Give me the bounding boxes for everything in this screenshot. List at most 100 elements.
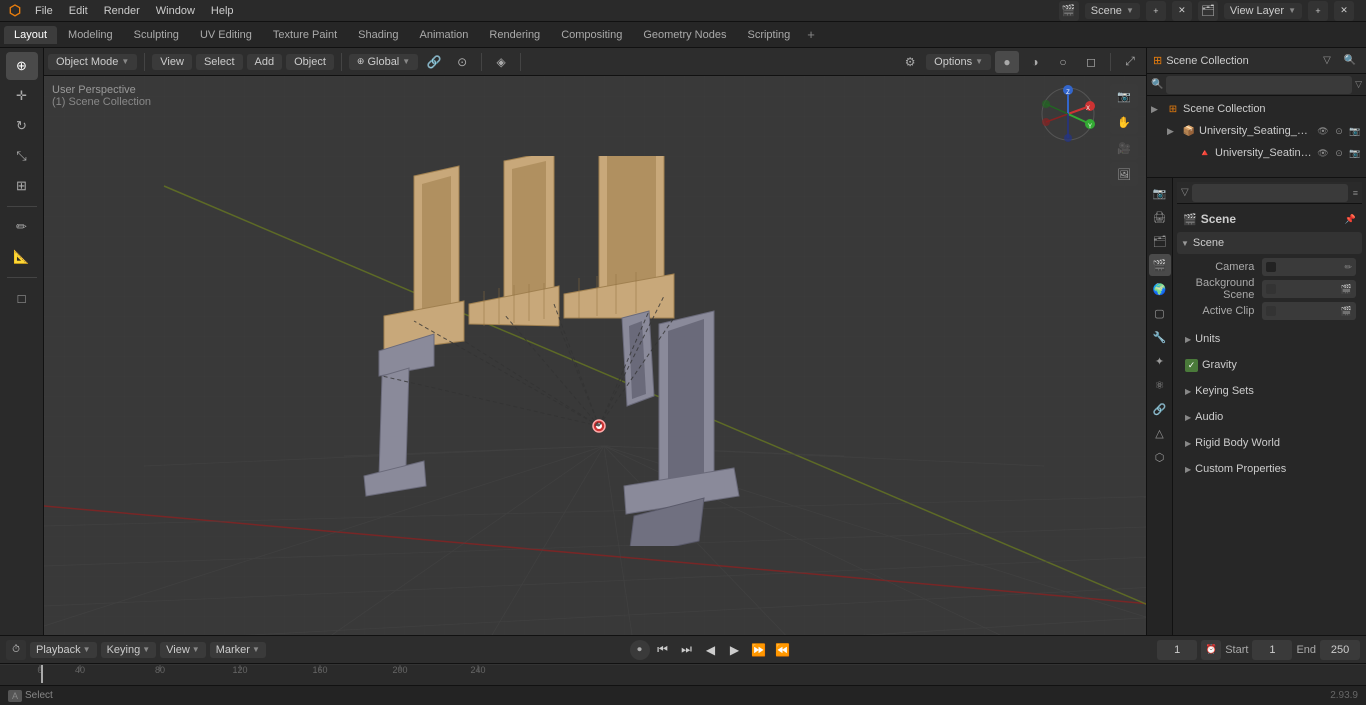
object-mode-selector[interactable]: Object Mode ▼	[48, 54, 137, 70]
audio-section-header[interactable]: ▶ Audio	[1177, 406, 1362, 428]
ws-tab-shading[interactable]: Shading	[348, 26, 408, 44]
timeline-scrubber[interactable]: 0 40 80 120 160 200 240	[0, 664, 1366, 685]
ws-tab-texture-paint[interactable]: Texture Paint	[263, 26, 347, 44]
view-menu-btn[interactable]: View	[152, 54, 192, 70]
active-clip-value-btn[interactable]: 🎬	[1262, 302, 1356, 320]
outliner-filter-btn[interactable]: ▽	[1317, 51, 1337, 71]
ws-tab-scripting[interactable]: Scripting	[737, 26, 800, 44]
gravity-checkbox[interactable]: ✓	[1185, 359, 1198, 372]
camera-icon[interactable]: 🎥	[1110, 136, 1138, 160]
viewlayer-icon-btn[interactable]: 🗂	[1198, 1, 1218, 21]
tool-move[interactable]: ✛	[6, 82, 38, 110]
solid-shading-btn[interactable]: ●	[995, 51, 1019, 73]
workspace-tab-add[interactable]: +	[801, 25, 821, 44]
play-reverse-btn[interactable]: ◀	[700, 639, 722, 661]
end-frame-input[interactable]: 250	[1320, 640, 1360, 660]
outliner-item2-render[interactable]: 📷	[1348, 146, 1362, 160]
keying-sets-header[interactable]: ▶ Keying Sets	[1177, 380, 1362, 402]
jump-start-btn[interactable]: ⏮	[652, 639, 674, 661]
properties-search-input[interactable]	[1192, 184, 1348, 202]
ws-tab-compositing[interactable]: Compositing	[551, 26, 632, 44]
ws-tab-layout[interactable]: Layout	[4, 26, 57, 44]
hand-tool-icon[interactable]: ✋	[1110, 110, 1138, 134]
menu-file[interactable]: File	[28, 3, 60, 19]
scene-remove-btn[interactable]: ✕	[1172, 1, 1192, 21]
prop-tab-output[interactable]: 🖨	[1149, 206, 1171, 228]
scene-icon-btn[interactable]: 🎬	[1059, 1, 1079, 21]
menu-help[interactable]: Help	[204, 3, 241, 19]
menu-window[interactable]: Window	[149, 3, 202, 19]
custom-props-header[interactable]: ▶ Custom Properties	[1177, 458, 1362, 480]
overlay-btn[interactable]: Options ▼	[926, 54, 991, 70]
prop-tab-modifiers[interactable]: 🔧	[1149, 326, 1171, 348]
prop-tab-scene[interactable]: 🎬	[1149, 254, 1171, 276]
next-keyframe-btn[interactable]: ⏩	[748, 639, 770, 661]
outliner-filter-icon[interactable]: ▽	[1355, 79, 1362, 90]
prev-keyframe-btn[interactable]: ⏭	[676, 639, 698, 661]
viewport-navigation-gizmo[interactable]: X Y Z	[1038, 84, 1098, 144]
viewport-gizmo-toggle[interactable]: ⚙	[898, 51, 922, 73]
ws-tab-sculpting[interactable]: Sculpting	[124, 26, 189, 44]
frame-time-toggle[interactable]: ⏰	[1201, 640, 1221, 660]
camera-value-btn[interactable]: ✏	[1262, 258, 1356, 276]
ws-tab-uv-editing[interactable]: UV Editing	[190, 26, 262, 44]
viewlayer-add-btn[interactable]: +	[1308, 1, 1328, 21]
tool-scale[interactable]: ⤡	[6, 142, 38, 170]
rigid-body-header[interactable]: ▶ Rigid Body World	[1177, 432, 1362, 454]
outliner-search-btn[interactable]: 🔍	[1340, 51, 1360, 71]
prop-tab-particles[interactable]: ✦	[1149, 350, 1171, 372]
outliner-item2-visibility[interactable]: 👁	[1316, 146, 1330, 160]
outliner-select-icon[interactable]: ⊙	[1332, 124, 1346, 138]
select-menu-btn[interactable]: Select	[196, 54, 243, 70]
outliner-row-item-1[interactable]: ▶ 📦 University_Seating_System_F 👁 ⊙ 📷	[1147, 120, 1366, 142]
prop-tab-object-data[interactable]: △	[1149, 422, 1171, 444]
marker-menu[interactable]: Marker ▼	[210, 642, 266, 658]
transform-orientation[interactable]: ⊕ Global ▼	[349, 54, 418, 70]
tool-cursor[interactable]: ⊕	[6, 52, 38, 80]
render-icon[interactable]: 🖼	[1110, 162, 1138, 186]
viewlayer-remove-btn[interactable]: ✕	[1334, 1, 1354, 21]
start-frame-input[interactable]: 1	[1252, 640, 1292, 660]
camera-perspective-icon[interactable]: 📷	[1110, 84, 1138, 108]
scene-section-header[interactable]: ▼ Scene	[1177, 232, 1362, 254]
bg-scene-value-btn[interactable]: 🎬	[1262, 280, 1356, 298]
tool-measure[interactable]: 📐	[6, 243, 38, 271]
outliner-search-input[interactable]	[1166, 76, 1352, 94]
ws-tab-modeling[interactable]: Modeling	[58, 26, 123, 44]
outliner-visibility-icon[interactable]: 👁	[1316, 124, 1330, 138]
tool-add-cube[interactable]: □	[6, 284, 38, 312]
proportional-edit[interactable]: ⊙	[450, 51, 474, 73]
prop-tab-material[interactable]: ⬡	[1149, 446, 1171, 468]
playback-menu[interactable]: Playback ▼	[30, 642, 97, 658]
scene-add-btn[interactable]: +	[1146, 1, 1166, 21]
timeline-type-btn[interactable]: ⏱	[6, 640, 26, 660]
fullscreen-btn[interactable]: ⤢	[1118, 51, 1142, 73]
snap-toggle[interactable]: 🔗	[422, 51, 446, 73]
prop-tab-constraints[interactable]: 🔗	[1149, 398, 1171, 420]
units-section-header[interactable]: ▶ Units	[1177, 328, 1362, 350]
outliner-item2-select[interactable]: ⊙	[1332, 146, 1346, 160]
scene-selector[interactable]: Scene ▼	[1085, 3, 1140, 19]
record-btn[interactable]: ⏺	[630, 640, 650, 660]
wireframe-shading-btn[interactable]: ◻	[1079, 51, 1103, 73]
outliner-row-item-2[interactable]: 🔺 University_Seating_Syste 👁 ⊙ 📷	[1147, 142, 1366, 164]
material-shading-btn[interactable]: ◑	[1023, 51, 1047, 73]
keying-menu[interactable]: Keying ▼	[101, 642, 157, 658]
rendered-shading-btn[interactable]: ○	[1051, 51, 1075, 73]
ws-tab-geometry-nodes[interactable]: Geometry Nodes	[633, 26, 736, 44]
tool-annotate[interactable]: ✏	[6, 213, 38, 241]
3d-viewport[interactable]: User Perspective (1) Scene Collection X	[44, 76, 1146, 635]
add-menu-btn[interactable]: Add	[247, 54, 283, 70]
tool-rotate[interactable]: ↻	[6, 112, 38, 140]
prop-tab-object[interactable]: ▢	[1149, 302, 1171, 324]
viewlayer-selector[interactable]: View Layer ▼	[1224, 3, 1302, 19]
pivot-point[interactable]: ◈	[489, 51, 513, 73]
jump-end-btn[interactable]: ⏪	[772, 639, 794, 661]
object-menu-btn[interactable]: Object	[286, 54, 334, 70]
gravity-section-header[interactable]: ✓ Gravity	[1177, 354, 1362, 376]
prop-tab-physics[interactable]: ⚛	[1149, 374, 1171, 396]
ws-tab-animation[interactable]: Animation	[410, 26, 479, 44]
prop-tab-render[interactable]: 📷	[1149, 182, 1171, 204]
outliner-row-scene-collection[interactable]: ▶ ⊞ Scene Collection	[1147, 98, 1366, 120]
menu-edit[interactable]: Edit	[62, 3, 95, 19]
